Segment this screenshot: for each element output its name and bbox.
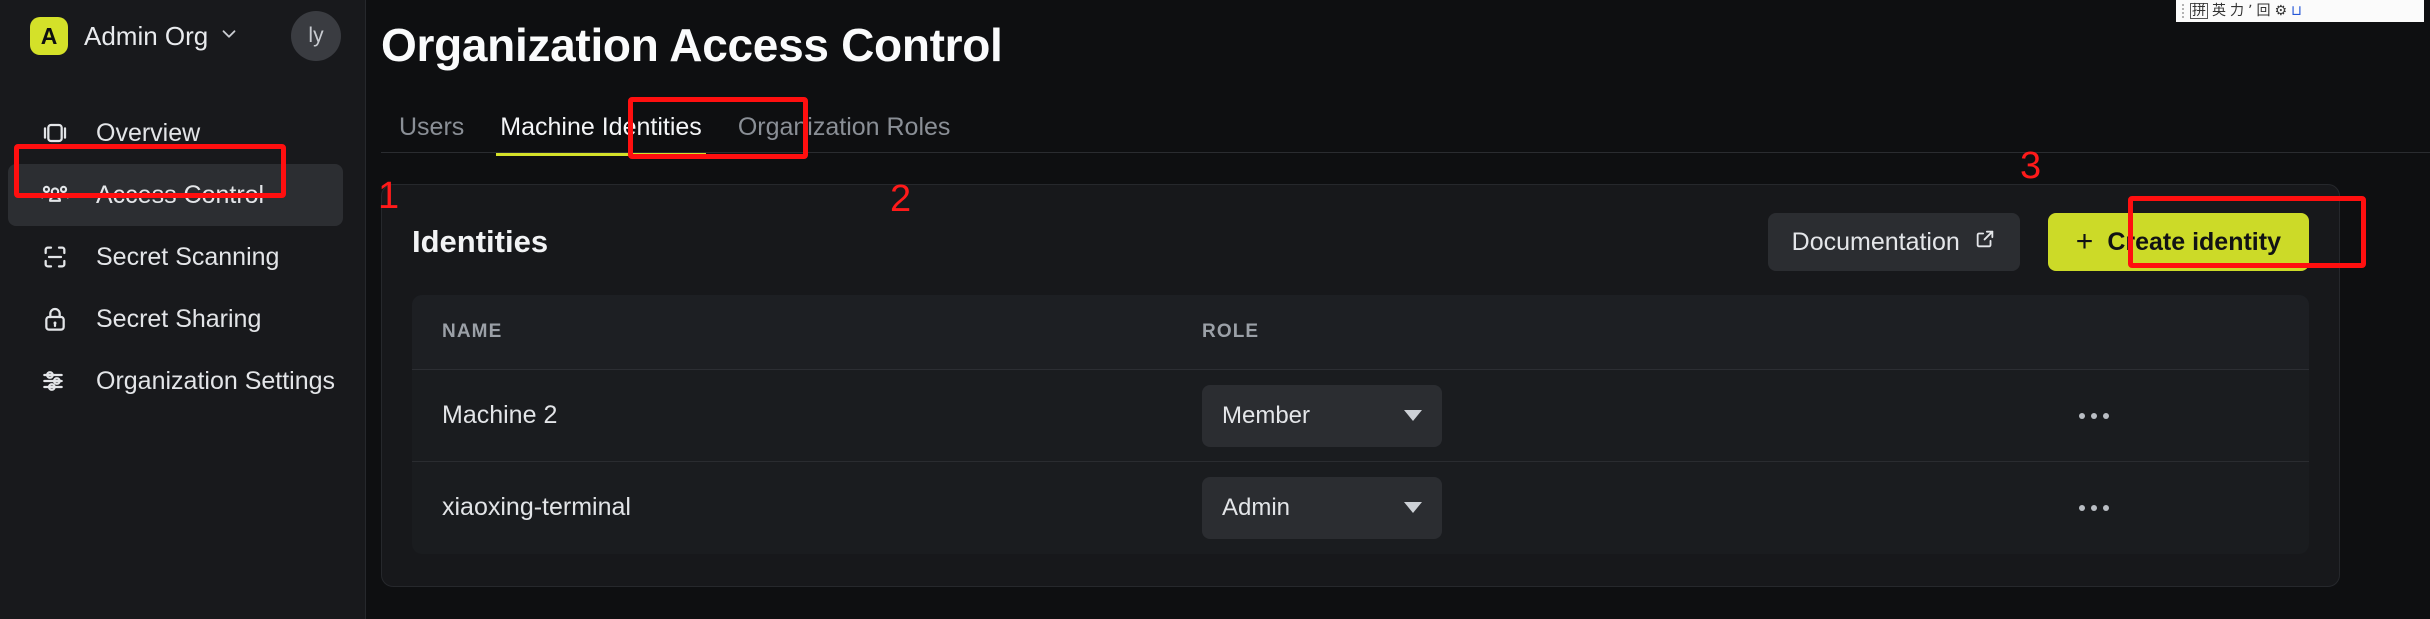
cell-role: Member <box>1172 369 2079 462</box>
sidebar-item-label: Overview <box>96 118 201 147</box>
tab-organization-roles[interactable]: Organization Roles <box>720 113 969 156</box>
users-group-icon <box>38 178 72 212</box>
role-dropdown[interactable]: Admin <box>1202 476 1442 539</box>
card-header: Identities Documentation + Create identi… <box>412 211 2309 273</box>
column-header-actions <box>2079 295 2309 370</box>
org-switcher[interactable]: A Admin Org ly <box>0 0 365 72</box>
ime-drag-handle[interactable] <box>2182 4 2186 18</box>
annotation-number-1: 1 <box>378 175 400 217</box>
table-body: Machine 2 Member xiaoxing-terminal Admin <box>412 369 2309 554</box>
role-dropdown[interactable]: Member <box>1202 384 1442 447</box>
cell-role: Admin <box>1172 462 2079 554</box>
org-name: Admin Org <box>84 20 209 51</box>
sidebar-item-organization-settings[interactable]: Organization Settings <box>8 350 343 412</box>
layers-icon <box>38 116 72 150</box>
sliders-icon <box>38 364 72 398</box>
sidebar-item-label: Organization Settings <box>96 366 336 395</box>
create-identity-button-label: Create identity <box>2107 227 2281 256</box>
annotation-number-2: 2 <box>890 178 912 220</box>
sidebar-item-access-control[interactable]: Access Control <box>8 164 343 226</box>
ime-toolbar[interactable]: 拼 英 力 ʼ 回 ⚙ ⊔ <box>2176 0 2424 22</box>
cell-name: Machine 2 <box>412 369 1172 462</box>
tab-machine-identities[interactable]: Machine Identities <box>482 113 720 156</box>
create-identity-button[interactable]: + Create identity <box>2047 213 2309 271</box>
chevron-down-icon <box>218 23 240 50</box>
scan-frame-icon <box>38 240 72 274</box>
org-badge: A <box>30 17 68 55</box>
documentation-button-label: Documentation <box>1791 227 1960 256</box>
sidebar-item-label: Secret Sharing <box>96 304 262 333</box>
soft-keyboard-icon[interactable]: 回 <box>2256 4 2270 18</box>
avatar[interactable]: ly <box>291 11 341 61</box>
tab-bar-divider <box>381 152 2430 153</box>
main-content: Organization Access Control Users Machin… <box>366 0 2430 619</box>
sidebar-item-label: Access Control <box>96 180 265 209</box>
app-root: A Admin Org ly Overview Access Control S… <box>0 0 2430 619</box>
lock-icon <box>38 302 72 336</box>
sidebar: A Admin Org ly Overview Access Control S… <box>0 0 366 619</box>
identities-table: NAME ROLE Machine 2 Member xiaoxing-term… <box>412 295 2309 554</box>
card-title: Identities <box>412 224 549 259</box>
pinyin-mode-icon[interactable]: 拼 <box>2190 3 2208 19</box>
column-header-role: ROLE <box>1172 295 2079 370</box>
annotation-number-3: 3 <box>2020 145 2042 187</box>
chevron-down-icon <box>1404 410 1422 421</box>
role-dropdown-value: Member <box>1222 401 1311 429</box>
sidebar-item-overview[interactable]: Overview <box>8 102 343 164</box>
sidebar-item-secret-sharing[interactable]: Secret Sharing <box>8 288 343 350</box>
identities-card: Identities Documentation + Create identi… <box>381 184 2340 587</box>
tab-bar: Users Machine Identities Organization Ro… <box>381 102 2430 156</box>
cell-name: xiaoxing-terminal <box>442 493 631 522</box>
tab-users[interactable]: Users <box>381 113 482 156</box>
column-header-name: NAME <box>412 295 1172 370</box>
sidebar-nav: Overview Access Control Secret Scanning … <box>0 102 365 412</box>
plus-icon: + <box>2075 225 2094 258</box>
toolbox-icon[interactable]: ⊔ <box>2291 4 2302 18</box>
sidebar-item-secret-scanning[interactable]: Secret Scanning <box>8 226 343 288</box>
table-header: NAME ROLE <box>412 295 2309 370</box>
sidebar-item-label: Secret Scanning <box>96 242 280 271</box>
row-actions-menu-button[interactable] <box>2079 412 2309 419</box>
cell-actions <box>2079 369 2309 462</box>
external-link-icon <box>1974 228 1996 257</box>
settings-gear-icon[interactable]: ⚙ <box>2274 4 2287 18</box>
chevron-down-icon <box>1404 502 1422 514</box>
table-row: Machine 2 Member <box>412 369 2309 462</box>
chinese-english-icon[interactable]: 英 <box>2212 4 2226 18</box>
page-title: Organization Access Control <box>381 19 1003 71</box>
traditional-icon[interactable]: 力 <box>2230 4 2244 18</box>
punctuation-icon[interactable]: ʼ <box>2248 4 2252 18</box>
table-row: xiaoxing-terminal Admin <box>412 462 2309 554</box>
role-dropdown-value: Admin <box>1222 493 1291 521</box>
table-header-row: NAME ROLE <box>412 295 2309 370</box>
row-actions-menu-button[interactable] <box>2079 504 2309 511</box>
documentation-button[interactable]: Documentation <box>1767 213 2020 271</box>
cell-actions <box>2079 462 2309 554</box>
